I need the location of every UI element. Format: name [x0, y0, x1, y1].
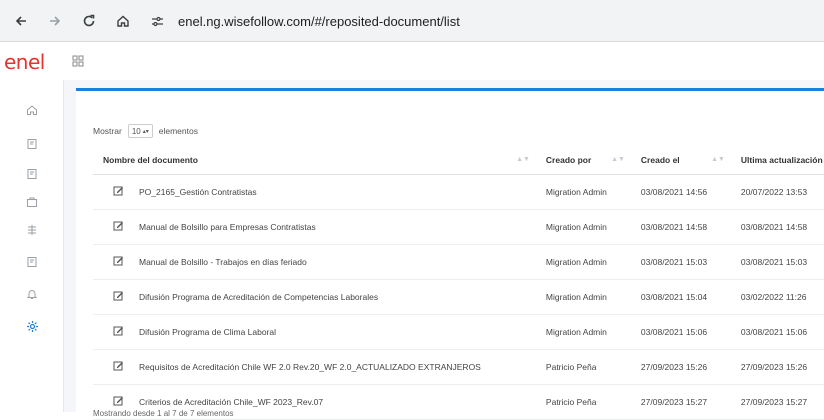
created-by: Patricio Peña	[535, 349, 631, 385]
app-header: enel	[0, 42, 824, 80]
table-row: Manual de Bolsillo - Trabajos en días fe…	[93, 244, 824, 280]
sort-icon: ▲▼	[711, 156, 725, 163]
list-icon	[28, 225, 36, 235]
created-on: 03/08/2021 14:56	[630, 174, 731, 210]
sidebar-item-list[interactable]	[24, 222, 40, 238]
page-size-value: 10	[131, 126, 141, 136]
apps-grid-button[interactable]	[72, 54, 84, 72]
updated-on: 03/08/2021 15:03	[730, 244, 824, 280]
home-button[interactable]	[112, 10, 134, 32]
document-name[interactable]: PO_2165_Gestión Contratistas	[129, 174, 536, 210]
edit-icon[interactable]	[113, 325, 124, 338]
show-label: Mostrar	[93, 126, 122, 136]
updated-on: 03/08/2021 14:58	[730, 209, 824, 245]
created-by: Migration Admin	[535, 244, 631, 280]
edit-icon[interactable]	[113, 290, 124, 303]
created-on: 03/08/2021 15:04	[630, 279, 731, 315]
edit-icon[interactable]	[113, 255, 124, 268]
back-button[interactable]	[10, 10, 32, 32]
enel-logo: enel	[4, 50, 45, 74]
home-icon	[117, 15, 129, 27]
table-row: Difusión Programa de Clima Laboral Migra…	[93, 314, 824, 350]
created-on: 27/09/2023 15:26	[630, 349, 731, 385]
grid-icon	[72, 55, 84, 67]
created-on: 27/09/2023 15:27	[630, 384, 731, 420]
arrow-left-icon	[15, 15, 26, 26]
elements-label: elementos	[158, 126, 198, 136]
tune-icon	[151, 16, 163, 26]
bell-icon	[26, 290, 38, 299]
sort-icon: ▲▼	[516, 156, 530, 163]
updated-on: 03/02/2022 11:26	[730, 279, 824, 315]
document-icon	[27, 257, 37, 267]
table-row: Difusión Programa de Acreditación de Com…	[93, 279, 824, 315]
document-list-card: Mostrar 10 ▴▾ elementos Nombre del docum…	[76, 88, 824, 420]
document-name[interactable]: Requisitos de Acreditación Chile WF 2.0 …	[129, 349, 536, 385]
created-on: 03/08/2021 14:58	[630, 209, 731, 245]
sidebar-item-documents-3[interactable]	[24, 254, 40, 270]
table-row: Manual de Bolsillo para Empresas Contrat…	[93, 209, 824, 245]
edit-cell[interactable]	[93, 209, 129, 245]
created-by: Migration Admin	[535, 314, 631, 350]
site-info-button[interactable]	[146, 10, 168, 32]
updated-on: 03/08/2021 15:06	[730, 314, 824, 350]
created-on: 03/08/2021 15:06	[630, 314, 731, 350]
sidebar	[0, 80, 64, 412]
sidebar-item-documents-2[interactable]	[24, 166, 40, 182]
document-name[interactable]: Difusión Programa de Acreditación de Com…	[129, 279, 536, 315]
created-by: Migration Admin	[535, 279, 631, 315]
reload-icon	[83, 14, 95, 26]
sort-icon: ▲▼	[611, 156, 625, 163]
sidebar-item-briefcase[interactable]	[24, 194, 40, 210]
documents-table: Nombre del documento ▲▼ Creado por ▲▼ Cr…	[93, 147, 824, 420]
address-bar[interactable]: enel.ng.wisefollow.com/#/reposited-docum…	[146, 8, 460, 34]
column-header-created-by[interactable]: Creado por ▲▼	[535, 147, 631, 175]
table-row: PO_2165_Gestión Contratistas Migration A…	[93, 174, 824, 210]
sidebar-item-documents[interactable]	[24, 136, 40, 152]
edit-cell[interactable]	[93, 244, 129, 280]
page-size-control: Mostrar 10 ▴▾ elementos	[93, 124, 198, 138]
edit-cell[interactable]	[93, 314, 129, 350]
arrow-right-icon	[50, 15, 61, 26]
pagination-info: Mostrando desde 1 al 7 de 7 elementos	[93, 409, 234, 418]
edit-icon[interactable]	[113, 360, 124, 373]
table-row: Requisitos de Acreditación Chile WF 2.0 …	[93, 349, 824, 385]
url-text: enel.ng.wisefollow.com/#/reposited-docum…	[178, 13, 460, 29]
column-header-created-on[interactable]: Creado el ▲▼	[630, 147, 731, 175]
document-name[interactable]: Difusión Programa de Clima Laboral	[129, 314, 536, 350]
edit-icon[interactable]	[113, 220, 124, 233]
created-on: 03/08/2021 15:03	[630, 244, 731, 280]
updated-on: 20/07/2022 13:53	[730, 174, 824, 210]
sidebar-item-settings[interactable]	[24, 318, 40, 334]
updated-on: 27/09/2023 15:27	[730, 384, 824, 420]
column-header-name[interactable]: Nombre del documento ▲▼	[93, 147, 536, 175]
sidebar-item-notifications[interactable]	[24, 286, 40, 302]
sidebar-item-home[interactable]	[24, 102, 40, 118]
edit-cell[interactable]	[93, 349, 129, 385]
forward-button[interactable]	[44, 10, 66, 32]
document-icon	[27, 139, 37, 149]
home-icon	[27, 105, 37, 115]
document-name[interactable]: Manual de Bolsillo para Empresas Contrat…	[129, 209, 536, 245]
reload-button[interactable]	[78, 10, 100, 32]
created-by: Patricio Peña	[535, 384, 631, 420]
edit-icon[interactable]	[113, 185, 124, 198]
main-content: Mostrar 10 ▴▾ elementos Nombre del docum…	[64, 80, 824, 420]
browser-toolbar: enel.ng.wisefollow.com/#/reposited-docum…	[0, 0, 824, 42]
updated-on: 27/09/2023 15:26	[730, 349, 824, 385]
table-header-row: Nombre del documento ▲▼ Creado por ▲▼ Cr…	[93, 147, 824, 175]
created-by: Migration Admin	[535, 209, 631, 245]
column-header-updated-on[interactable]: Ultima actualización	[730, 147, 824, 175]
gear-icon	[26, 320, 38, 332]
document-name[interactable]: Manual de Bolsillo - Trabajos en días fe…	[129, 244, 536, 280]
edit-cell[interactable]	[93, 279, 129, 315]
briefcase-icon	[27, 197, 37, 207]
edit-icon[interactable]	[113, 395, 124, 408]
edit-cell[interactable]	[93, 174, 129, 210]
select-arrows-icon: ▴▾	[142, 128, 149, 135]
document-icon	[27, 169, 37, 179]
created-by: Migration Admin	[535, 174, 631, 210]
page-size-select[interactable]: 10 ▴▾	[127, 124, 153, 138]
